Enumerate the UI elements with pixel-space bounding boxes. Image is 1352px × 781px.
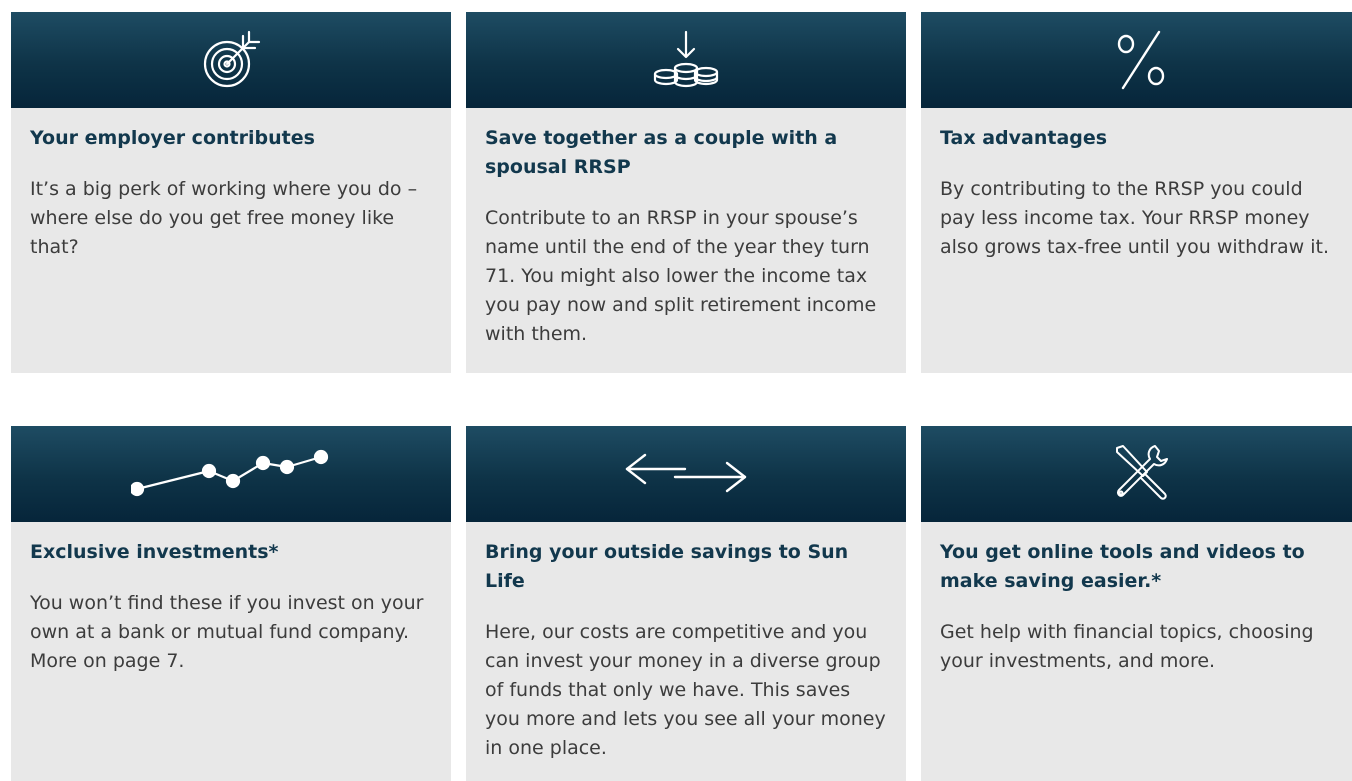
line-chart-icon <box>131 449 331 499</box>
coins-deposit-icon <box>651 28 721 92</box>
benefits-grid: Your employer contributes It’s a big per… <box>0 0 1352 781</box>
benefit-card-tax: Tax advantages By contributing to the RR… <box>921 12 1352 373</box>
card-banner <box>11 12 451 108</box>
card-banner <box>11 426 451 522</box>
benefit-card-outside-savings: Bring your outside savings to Sun Life H… <box>466 426 906 781</box>
card-text: It’s a big perk of working where you do … <box>30 178 418 258</box>
card-banner <box>921 12 1352 108</box>
card-text: Contribute to an RRSP in your spouse’s n… <box>485 207 877 345</box>
card-text: Here, our costs are competitive and you … <box>485 621 886 759</box>
card-title: You get online tools and videos to make … <box>940 541 1305 592</box>
card-banner <box>466 426 906 522</box>
target-icon <box>199 28 263 92</box>
card-title: Save together as a couple with a spousal… <box>485 127 838 178</box>
card-title: Your employer contributes <box>30 127 315 149</box>
card-title: Exclusive investments* <box>30 541 279 563</box>
card-banner <box>921 426 1352 522</box>
card-text: By contributing to the RRSP you could pa… <box>940 178 1329 258</box>
benefit-card-online-tools: You get online tools and videos to make … <box>921 426 1352 781</box>
card-text: Get help with financial topics, choosing… <box>940 621 1314 672</box>
benefit-card-employer: Your employer contributes It’s a big per… <box>11 12 451 373</box>
percent-icon <box>1111 28 1171 92</box>
transfer-arrows-icon <box>621 449 751 499</box>
benefit-card-investments: Exclusive investments* You won’t find th… <box>11 426 451 781</box>
card-title: Tax advantages <box>940 127 1108 149</box>
card-title: Bring your outside savings to Sun Life <box>485 541 849 592</box>
tools-icon <box>1109 442 1173 506</box>
card-banner <box>466 12 906 108</box>
card-text: You won’t find these if you invest on yo… <box>30 592 424 672</box>
benefit-card-spousal-rrsp: Save together as a couple with a spousal… <box>466 12 906 373</box>
